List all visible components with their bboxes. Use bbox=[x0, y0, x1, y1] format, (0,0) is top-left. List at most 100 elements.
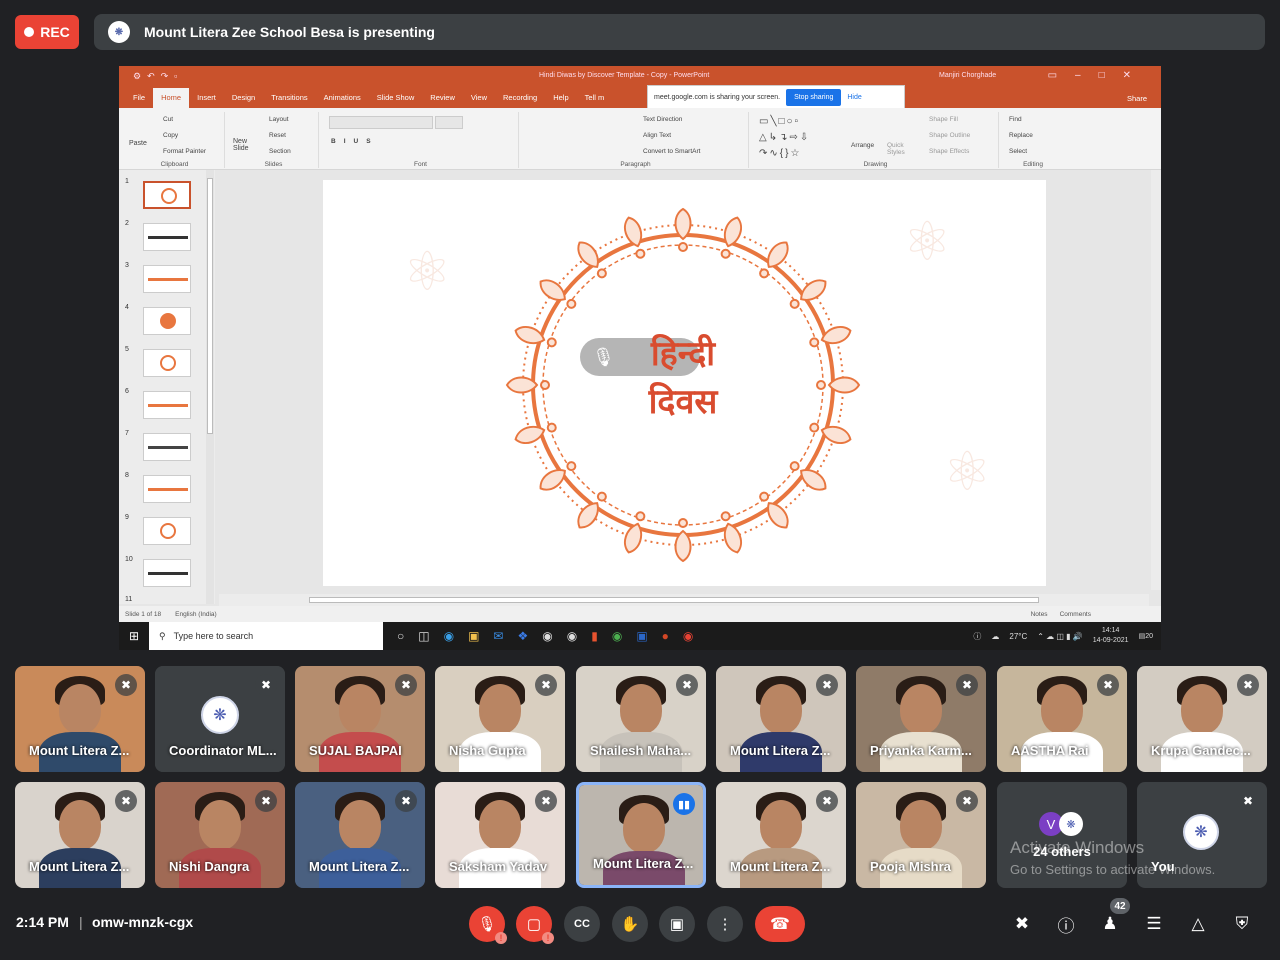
participant-tile[interactable]: ✖ SUJAL BAJPAI bbox=[295, 666, 425, 772]
hide-sharing-bar-button[interactable]: Hide bbox=[847, 94, 861, 101]
slide-canvas[interactable]: ⚛ ⚛ ⚛ 🎙 हिन्दी दिवस bbox=[323, 180, 1046, 586]
present-button[interactable]: ▣ bbox=[659, 906, 695, 942]
participant-tile[interactable]: ✖ Mount Litera Z... bbox=[716, 666, 846, 772]
chat-button[interactable]: ☰ bbox=[1140, 910, 1168, 938]
activities-button[interactable]: △ bbox=[1184, 910, 1212, 938]
font-format-icons[interactable]: BIUS bbox=[331, 138, 379, 145]
shape-outline-button[interactable]: Shape Outline bbox=[929, 132, 970, 139]
camera-icon[interactable]: ◉ bbox=[567, 629, 577, 643]
meeting-code[interactable]: omw-mnzk-cgx bbox=[92, 914, 193, 930]
participant-tile[interactable]: ✖ Krupa Gandec... bbox=[1137, 666, 1267, 772]
office-icon[interactable]: ▮ bbox=[591, 629, 598, 643]
participant-tile[interactable]: ✖ Priyanka Karm... bbox=[856, 666, 986, 772]
participant-tile[interactable]: ✖ Mount Litera Z... bbox=[295, 782, 425, 888]
participant-tile[interactable]: ✖ AASTHA Rai bbox=[997, 666, 1127, 772]
participant-tile[interactable]: ✖ Mount Litera Z... bbox=[716, 782, 846, 888]
tab-review[interactable]: Review bbox=[422, 88, 463, 108]
participant-tile[interactable]: ✖ Mount Litera Z... bbox=[15, 666, 145, 772]
shapes-gallery-icon[interactable]: ▭╲□○▫ bbox=[759, 116, 800, 127]
tab-home[interactable]: Home bbox=[153, 88, 190, 108]
notifications-icon[interactable]: ▤20 bbox=[1139, 632, 1153, 640]
windows-start-icon[interactable]: ⊞ bbox=[119, 629, 149, 643]
taskbar-search[interactable]: ⚲ Type here to search bbox=[149, 622, 383, 650]
font-name-box[interactable] bbox=[329, 116, 433, 129]
word-icon[interactable]: ▣ bbox=[636, 629, 647, 643]
slide-thumbnail[interactable]: 3 bbox=[125, 262, 211, 296]
more-options-button[interactable]: ⋮ bbox=[707, 906, 743, 942]
tab-design[interactable]: Design bbox=[224, 88, 263, 108]
window-controls[interactable]: ▭–□✕ bbox=[1048, 70, 1149, 81]
temperature[interactable]: 27°C bbox=[1009, 632, 1027, 641]
slide-thumbnail[interactable]: 9 bbox=[125, 514, 211, 548]
quick-access-icons[interactable]: ⚙↶↷▫ bbox=[133, 71, 183, 82]
dropbox-icon[interactable]: ❖ bbox=[517, 629, 528, 643]
raise-hand-button[interactable]: ✋ bbox=[612, 906, 648, 942]
slide-thumbnail[interactable]: 2 bbox=[125, 220, 211, 254]
new-slide-button[interactable]: New Slide bbox=[233, 138, 259, 152]
participant-tile[interactable]: ✖ Saksham Yadav bbox=[435, 782, 565, 888]
participant-tile[interactable]: ✖ Pooja Mishra bbox=[856, 782, 986, 888]
participant-tile[interactable]: ▮▮ Mount Litera Z... bbox=[576, 782, 706, 888]
replace-button[interactable]: Replace bbox=[1009, 132, 1033, 139]
notes-button[interactable]: Notes bbox=[1031, 611, 1048, 618]
captions-button[interactable]: CC bbox=[564, 906, 600, 942]
leave-call-button[interactable]: ☎ bbox=[755, 906, 805, 942]
chrome-icon[interactable]: ◉ bbox=[612, 629, 622, 643]
slide-thumbnail[interactable]: 8 bbox=[125, 472, 211, 506]
select-button[interactable]: Select bbox=[1009, 148, 1027, 155]
stop-sharing-button[interactable]: Stop sharing bbox=[786, 88, 842, 106]
edge-icon[interactable]: ◉ bbox=[444, 629, 454, 643]
shapes-gallery-icon-2[interactable]: △↳↴⇨⇩ bbox=[759, 132, 810, 143]
shape-fill-button[interactable]: Shape Fill bbox=[929, 116, 958, 123]
cut-button[interactable]: Cut bbox=[163, 116, 173, 123]
participant-tile[interactable]: ❋ ✖ Coordinator ML... bbox=[155, 666, 285, 772]
camera-toggle-button[interactable]: ▢ ! bbox=[516, 906, 554, 944]
slide-thumbnail[interactable]: 11 bbox=[125, 596, 211, 604]
mute-all-button[interactable]: ✖ bbox=[1008, 910, 1036, 938]
file-explorer-icon[interactable]: ▣ bbox=[468, 629, 479, 643]
participant-tile[interactable]: ✖ Nisha Gupta bbox=[435, 666, 565, 772]
chrome-icon-2[interactable]: ◉ bbox=[683, 629, 693, 643]
participant-tile[interactable]: ✖ Mount Litera Z... bbox=[15, 782, 145, 888]
task-view-icon[interactable]: ◫ bbox=[418, 629, 429, 643]
share-button[interactable]: Share bbox=[1127, 94, 1147, 103]
mail-icon[interactable]: ✉ bbox=[493, 629, 503, 643]
thumbnails-scrollbar[interactable] bbox=[206, 170, 214, 604]
smartart-button[interactable]: Convert to SmartArt bbox=[643, 148, 700, 155]
powerpoint-icon[interactable]: ● bbox=[662, 629, 669, 643]
format-painter-button[interactable]: Format Painter bbox=[163, 148, 206, 155]
weather-icon[interactable]: ☁ bbox=[991, 632, 999, 641]
tab-insert[interactable]: Insert bbox=[189, 88, 224, 108]
slide-thumbnail[interactable]: 5 bbox=[125, 346, 211, 380]
comments-button[interactable]: Comments bbox=[1060, 611, 1091, 618]
tab-file[interactable]: File bbox=[125, 88, 153, 108]
slide-thumbnail[interactable]: 6 bbox=[125, 388, 211, 422]
tab-help[interactable]: Help bbox=[545, 88, 576, 108]
tab-animations[interactable]: Animations bbox=[316, 88, 369, 108]
slide-horizontal-scrollbar[interactable] bbox=[219, 594, 1149, 606]
help-icon[interactable]: ⓘ bbox=[973, 631, 981, 642]
cortana-icon[interactable]: ○ bbox=[397, 629, 404, 643]
language[interactable]: English (India) bbox=[175, 611, 217, 618]
taskbar-clock[interactable]: 14:14 14-09-2021 bbox=[1093, 626, 1129, 646]
tab-recording[interactable]: Recording bbox=[495, 88, 545, 108]
copy-button[interactable]: Copy bbox=[163, 132, 178, 139]
slide-thumbnail[interactable]: 7 bbox=[125, 430, 211, 464]
tab-transitions[interactable]: Transitions bbox=[263, 88, 315, 108]
mic-toggle-button[interactable]: 🎙 ! bbox=[469, 906, 507, 944]
slide-thumbnail[interactable]: 10 bbox=[125, 556, 211, 590]
people-button[interactable]: ♟ bbox=[1096, 910, 1124, 938]
layout-button[interactable]: Layout bbox=[269, 116, 289, 123]
slide-thumbnail[interactable]: 1 bbox=[125, 178, 211, 212]
slide-vertical-scrollbar[interactable] bbox=[1151, 170, 1161, 590]
github-icon[interactable]: ◉ bbox=[542, 629, 552, 643]
participant-tile[interactable]: ✖ Nishi Dangra bbox=[155, 782, 285, 888]
section-button[interactable]: Section bbox=[269, 148, 291, 155]
font-size-box[interactable] bbox=[435, 116, 463, 129]
participant-tile[interactable]: ✖ Shailesh Maha... bbox=[576, 666, 706, 772]
host-controls-button[interactable]: ⛨ bbox=[1228, 910, 1256, 938]
align-text-button[interactable]: Align Text bbox=[643, 132, 671, 139]
arrange-button[interactable]: Arrange bbox=[851, 142, 874, 149]
shapes-gallery-icon-3[interactable]: ↷∿{}☆ bbox=[759, 148, 801, 159]
tray-icons[interactable]: ⌃ ☁ ◫ ▮ 🔊 bbox=[1037, 632, 1083, 641]
